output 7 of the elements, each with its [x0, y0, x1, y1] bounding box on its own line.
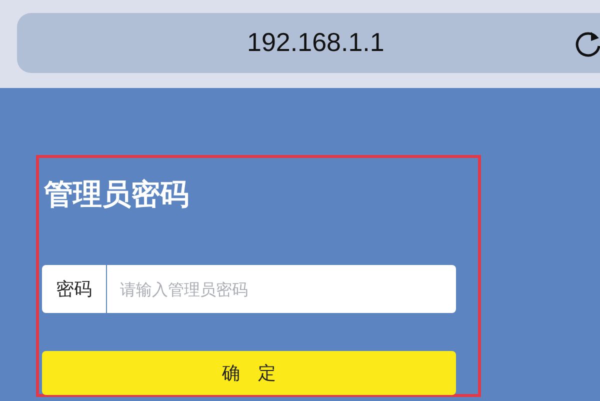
page-title: 管理员密码 [44, 176, 189, 213]
address-bar[interactable]: 192.168.1.1 [17, 13, 600, 73]
field-label: 密码 [42, 265, 107, 313]
password-field[interactable]: 请输入管理员密码 [107, 265, 456, 313]
url-text: 192.168.1.1 [247, 27, 384, 58]
reload-icon[interactable] [573, 29, 600, 59]
confirm-button[interactable]: 确 定 [42, 351, 456, 395]
